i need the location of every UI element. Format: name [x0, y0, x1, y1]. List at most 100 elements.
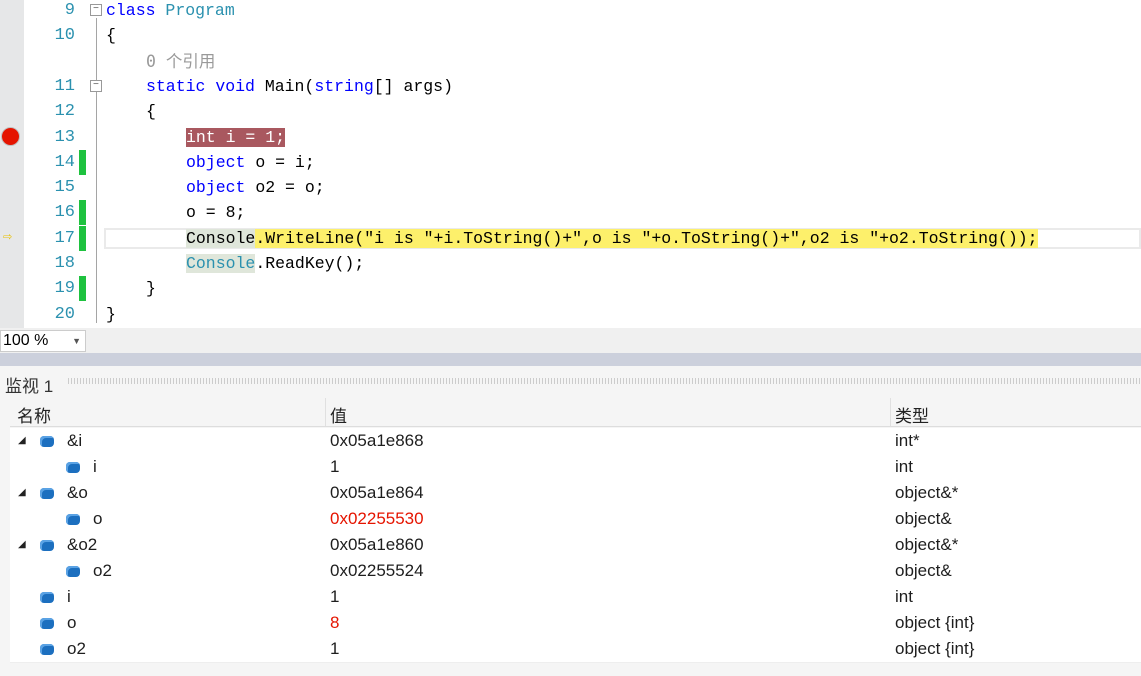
change-marker: [79, 200, 86, 226]
line-number: 15: [54, 178, 75, 198]
code-token: o = i;: [245, 152, 315, 172]
column-divider[interactable]: [325, 398, 326, 426]
watch-row[interactable]: i 1 int: [10, 584, 1141, 611]
watch-value[interactable]: 0x05a1e868: [330, 428, 424, 454]
collapse-icon[interactable]: −: [90, 79, 102, 92]
watch-row[interactable]: o2 1 object {int}: [10, 636, 1141, 663]
watch-name[interactable]: &o: [67, 480, 88, 506]
code-line[interactable]: 19}: [0, 276, 1141, 302]
code-text: o = 8;: [186, 200, 245, 225]
watch-row[interactable]: ◢ &i 0x05a1e868 int*: [10, 428, 1141, 455]
watch-row[interactable]: ◢ &o2 0x05a1e860 object&*: [10, 532, 1141, 559]
watch-type: object&: [895, 509, 952, 528]
code-token: void: [215, 76, 265, 96]
code-text: }: [106, 302, 116, 327]
change-marker: [79, 225, 86, 251]
expand-toggle-icon[interactable]: ◢: [18, 532, 26, 558]
panel-grip[interactable]: [68, 378, 1141, 384]
watch-value[interactable]: 1: [330, 636, 339, 662]
watch-type: object&*: [895, 483, 959, 502]
code-token: static: [146, 76, 216, 96]
code-line[interactable]: 11 − static void Main(string[] args): [0, 74, 1141, 99]
watch-row[interactable]: o 0x02255530 object&: [10, 506, 1141, 533]
code-line[interactable]: 9 − class Program: [0, 0, 1141, 23]
code-line[interactable]: ⇨ 17 Console.WriteLine("i is "+i.ToString(…: [0, 225, 1141, 251]
watch-value[interactable]: 0x05a1e864: [330, 480, 424, 506]
collapse-icon[interactable]: −: [90, 4, 102, 16]
watch-value[interactable]: 0x02255530: [330, 506, 424, 532]
code-token: Console: [186, 254, 256, 273]
watch-name[interactable]: &i: [67, 428, 82, 454]
code-token: }: [106, 304, 116, 324]
code-text: int i = 1;: [186, 125, 286, 150]
watch-value[interactable]: 0x02255524: [330, 558, 424, 584]
execution-pointer-icon[interactable]: ⇨: [3, 230, 12, 245]
code-text: class Program: [106, 0, 235, 23]
code-token: 0 个引用: [146, 51, 216, 71]
code-line[interactable]: 14 object o = i;: [0, 149, 1141, 175]
line-number: 9: [64, 1, 75, 20]
column-header-name[interactable]: 名称: [17, 402, 51, 427]
change-marker: [79, 149, 86, 175]
variable-icon: [66, 566, 80, 577]
chevron-down-icon: ▼: [72, 336, 81, 346]
code-line[interactable]: 0 个引用: [0, 49, 1141, 74]
zoom-dropdown[interactable]: 100 % ▼: [0, 330, 86, 352]
watch-name[interactable]: o: [93, 506, 102, 532]
line-number: 19: [54, 279, 75, 299]
variable-icon: [40, 618, 54, 629]
code-line[interactable]: 16 o = 8;: [0, 200, 1141, 226]
watch-type: int: [895, 587, 913, 606]
variable-icon: [66, 514, 80, 525]
watch-row[interactable]: i 1 int: [10, 454, 1141, 481]
code-token: string: [314, 76, 374, 96]
code-line[interactable]: 12 {: [0, 99, 1141, 124]
zoom-value: 100 %: [3, 332, 49, 349]
expand-toggle-icon[interactable]: ◢: [18, 428, 26, 454]
panel-splitter[interactable]: [0, 353, 1141, 366]
watch-row[interactable]: o 8 object {int}: [10, 610, 1141, 637]
watch-name[interactable]: i: [93, 454, 97, 480]
code-line[interactable]: 13 int i = 1;: [0, 125, 1141, 150]
watch-type: object {int}: [895, 613, 975, 632]
code-token: Main(: [264, 76, 315, 96]
code-line[interactable]: 20}: [0, 302, 1141, 327]
code-text: Console.WriteLine("i is "+i.ToString()+"…: [186, 226, 1038, 251]
code-editor[interactable]: 9− class Program 10{0 个引用 11− static void Ma…: [0, 0, 1141, 328]
watch-name[interactable]: i: [67, 584, 71, 610]
code-text: }: [146, 276, 156, 301]
watch-value[interactable]: 1: [330, 454, 339, 480]
column-header-type[interactable]: 类型: [895, 402, 929, 427]
watch-name[interactable]: o2: [67, 636, 86, 662]
watch-value[interactable]: 8: [330, 610, 339, 636]
watch-row[interactable]: ◢ &o 0x05a1e864 object&*: [10, 480, 1141, 507]
code-line[interactable]: 15 object o2 = o;: [0, 175, 1141, 200]
column-header-value[interactable]: 值: [330, 402, 347, 427]
variable-icon: [40, 436, 54, 447]
expand-toggle-icon[interactable]: ◢: [18, 480, 26, 506]
code-token: [] args): [373, 76, 453, 96]
watch-value[interactable]: 1: [330, 584, 339, 610]
watch-name[interactable]: o: [67, 610, 76, 636]
codelens-references[interactable]: 0 个引用: [146, 49, 215, 74]
code-token: int i = 1;: [186, 127, 286, 147]
line-number: 20: [54, 304, 75, 324]
code-line[interactable]: 18 Console.ReadKey();: [0, 251, 1141, 276]
watch-name[interactable]: o2: [93, 558, 112, 584]
variable-icon: [66, 462, 80, 473]
watch-value[interactable]: 0x05a1e860: [330, 532, 424, 558]
watch-type: object&: [895, 561, 952, 580]
code-token: .ReadKey();: [255, 254, 365, 273]
code-line[interactable]: 10 {: [0, 23, 1141, 48]
column-divider[interactable]: [890, 398, 891, 426]
code-token: {: [146, 102, 156, 122]
breakpoint-icon[interactable]: [1, 126, 20, 146]
panel-title: 监视 1: [5, 377, 54, 396]
line-number: 17: [54, 228, 75, 248]
variable-icon: [40, 644, 54, 655]
code-token: object: [186, 152, 246, 172]
code-token: .WriteLine("i is "+i.ToString()+",o is "…: [255, 228, 1038, 248]
code-text: Console.ReadKey();: [186, 251, 364, 276]
watch-row[interactable]: o2 0x02255524 object&: [10, 558, 1141, 585]
watch-name[interactable]: &o2: [67, 532, 97, 558]
